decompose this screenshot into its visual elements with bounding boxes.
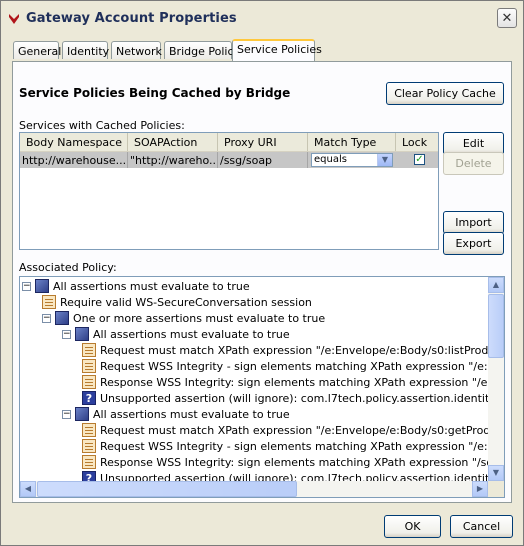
tree-node[interactable]: Require valid WS-SecureConversation sess…: [42, 294, 312, 310]
table-header: Body Namespace SOAPAction Proxy URI Matc…: [20, 133, 438, 152]
assertion-icon: [82, 359, 96, 373]
service-policies-panel: Service Policies Being Cached by Bridge …: [12, 61, 512, 503]
import-button[interactable]: Import: [443, 211, 504, 234]
assertion-icon: [82, 375, 96, 389]
chevron-down-icon[interactable]: ▼: [377, 154, 392, 166]
scroll-up-icon[interactable]: ▲: [488, 277, 504, 293]
scroll-right-icon[interactable]: ▶: [472, 481, 488, 497]
collapse-icon[interactable]: −: [62, 409, 71, 419]
tree-node[interactable]: − One or more assertions must evaluate t…: [42, 310, 325, 326]
vertical-scroll-thumb[interactable]: [488, 294, 504, 358]
tree-node[interactable]: Request must match XPath expression "/e:…: [82, 342, 505, 358]
tree-node-label: One or more assertions must evaluate to …: [73, 311, 326, 325]
table-row[interactable]: http://warehouse.... "http://wareho... /…: [20, 152, 438, 168]
tree-node[interactable]: − All assertions must evaluate to true: [22, 278, 250, 294]
collapse-icon[interactable]: −: [42, 313, 51, 323]
associated-policy-label: Associated Policy:: [19, 261, 117, 274]
cached-policies-table: Body Namespace SOAPAction Proxy URI Matc…: [19, 132, 439, 250]
cancel-button[interactable]: Cancel: [450, 515, 513, 538]
export-button[interactable]: Export: [443, 232, 504, 255]
column-soapaction[interactable]: SOAPAction: [128, 133, 218, 151]
column-lock[interactable]: Lock: [396, 133, 438, 151]
lock-checkbox[interactable]: ✓: [414, 154, 425, 165]
match-type-select[interactable]: equals ▼: [311, 153, 393, 167]
tab-general[interactable]: General: [13, 41, 61, 59]
tree-node-label: All assertions must evaluate to true: [53, 279, 250, 293]
assertion-icon: [82, 455, 96, 469]
tree-node[interactable]: Response WSS Integrity: sign elements ma…: [82, 374, 505, 390]
window-title: Gateway Account Properties: [26, 11, 237, 26]
clear-policy-cache-button[interactable]: Clear Policy Cache: [386, 82, 504, 105]
tree-node[interactable]: − All assertions must evaluate to true: [62, 326, 290, 342]
vertical-scrollbar[interactable]: ▲ ▼: [488, 277, 504, 481]
tree-node-label: All assertions must evaluate to true: [93, 327, 290, 341]
tree-node[interactable]: Request WSS Integrity - sign elements ma…: [82, 438, 505, 454]
tree-node[interactable]: Request must match XPath expression "/e:…: [82, 422, 505, 438]
tab-bridge-policy[interactable]: Bridge Policy: [164, 41, 240, 59]
assertion-icon: [82, 423, 96, 437]
folder-icon: [35, 279, 49, 293]
column-proxy-uri[interactable]: Proxy URI: [218, 133, 308, 151]
panel-heading: Service Policies Being Cached by Bridge: [19, 86, 291, 100]
close-button[interactable]: ✕: [497, 8, 517, 28]
tree-node[interactable]: ? Unsupported assertion (will ignore): c…: [82, 390, 505, 406]
assertion-icon: [82, 343, 96, 357]
gateway-app-icon: [9, 14, 19, 24]
tab-identity[interactable]: Identity: [62, 41, 109, 59]
ok-button[interactable]: OK: [384, 515, 441, 538]
tree-node-label: Response WSS Integrity: sign elements ma…: [100, 455, 505, 469]
cell-soapaction: "http://wareho...: [130, 152, 218, 168]
tab-service-policies[interactable]: Service Policies: [232, 39, 322, 61]
collapse-icon[interactable]: −: [62, 329, 71, 339]
tree-node-label: Request WSS Integrity - sign elements ma…: [100, 359, 505, 373]
unknown-assertion-icon: ?: [82, 391, 96, 405]
collapse-icon[interactable]: −: [22, 281, 31, 291]
assertion-icon: [82, 439, 96, 453]
tree-node-label: Request must match XPath expression "/e:…: [100, 423, 505, 437]
folder-icon: [75, 327, 89, 341]
cell-proxy-uri: /ssg/soap: [218, 152, 308, 168]
tree-node-label: Response WSS Integrity: sign elements ma…: [100, 375, 505, 389]
services-label: Services with Cached Policies:: [19, 119, 185, 132]
column-body-namespace[interactable]: Body Namespace: [20, 133, 128, 151]
tab-network[interactable]: Network: [111, 41, 162, 59]
delete-button[interactable]: Delete: [443, 152, 504, 175]
tree-node-label: Request must match XPath expression "/e:…: [100, 343, 505, 357]
scroll-left-icon[interactable]: ◀: [20, 481, 36, 497]
tree-node-label: Unsupported assertion (will ignore): com…: [100, 391, 505, 405]
tree-node-label: All assertions must evaluate to true: [93, 407, 290, 421]
folder-icon: [55, 311, 69, 325]
tree-node-label: Request WSS Integrity - sign elements ma…: [100, 439, 505, 453]
policy-tree: − All assertions must evaluate to true R…: [19, 276, 505, 498]
close-icon: ✕: [501, 10, 513, 26]
tree-node[interactable]: Response WSS Integrity: sign elements ma…: [82, 454, 505, 470]
horizontal-scroll-thumb[interactable]: [37, 481, 297, 497]
title-bar[interactable]: Gateway Account Properties ✕: [1, 1, 523, 37]
folder-icon: [75, 407, 89, 421]
match-type-value: equals: [314, 154, 347, 165]
horizontal-scrollbar[interactable]: ◀ ▶: [20, 481, 488, 497]
dialog-window: Gateway Account Properties ✕ General Ide…: [0, 0, 524, 546]
tree-node[interactable]: Request WSS Integrity - sign elements ma…: [82, 358, 505, 374]
tree-node-label: Require valid WS-SecureConversation sess…: [60, 295, 312, 309]
scroll-down-icon[interactable]: ▼: [488, 465, 504, 481]
column-match-type[interactable]: Match Type: [308, 133, 396, 151]
cell-body-namespace: http://warehouse....: [22, 152, 128, 168]
assertion-icon: [42, 295, 56, 309]
tree-node[interactable]: − All assertions must evaluate to true: [62, 406, 290, 422]
scroll-corner: [488, 481, 504, 497]
